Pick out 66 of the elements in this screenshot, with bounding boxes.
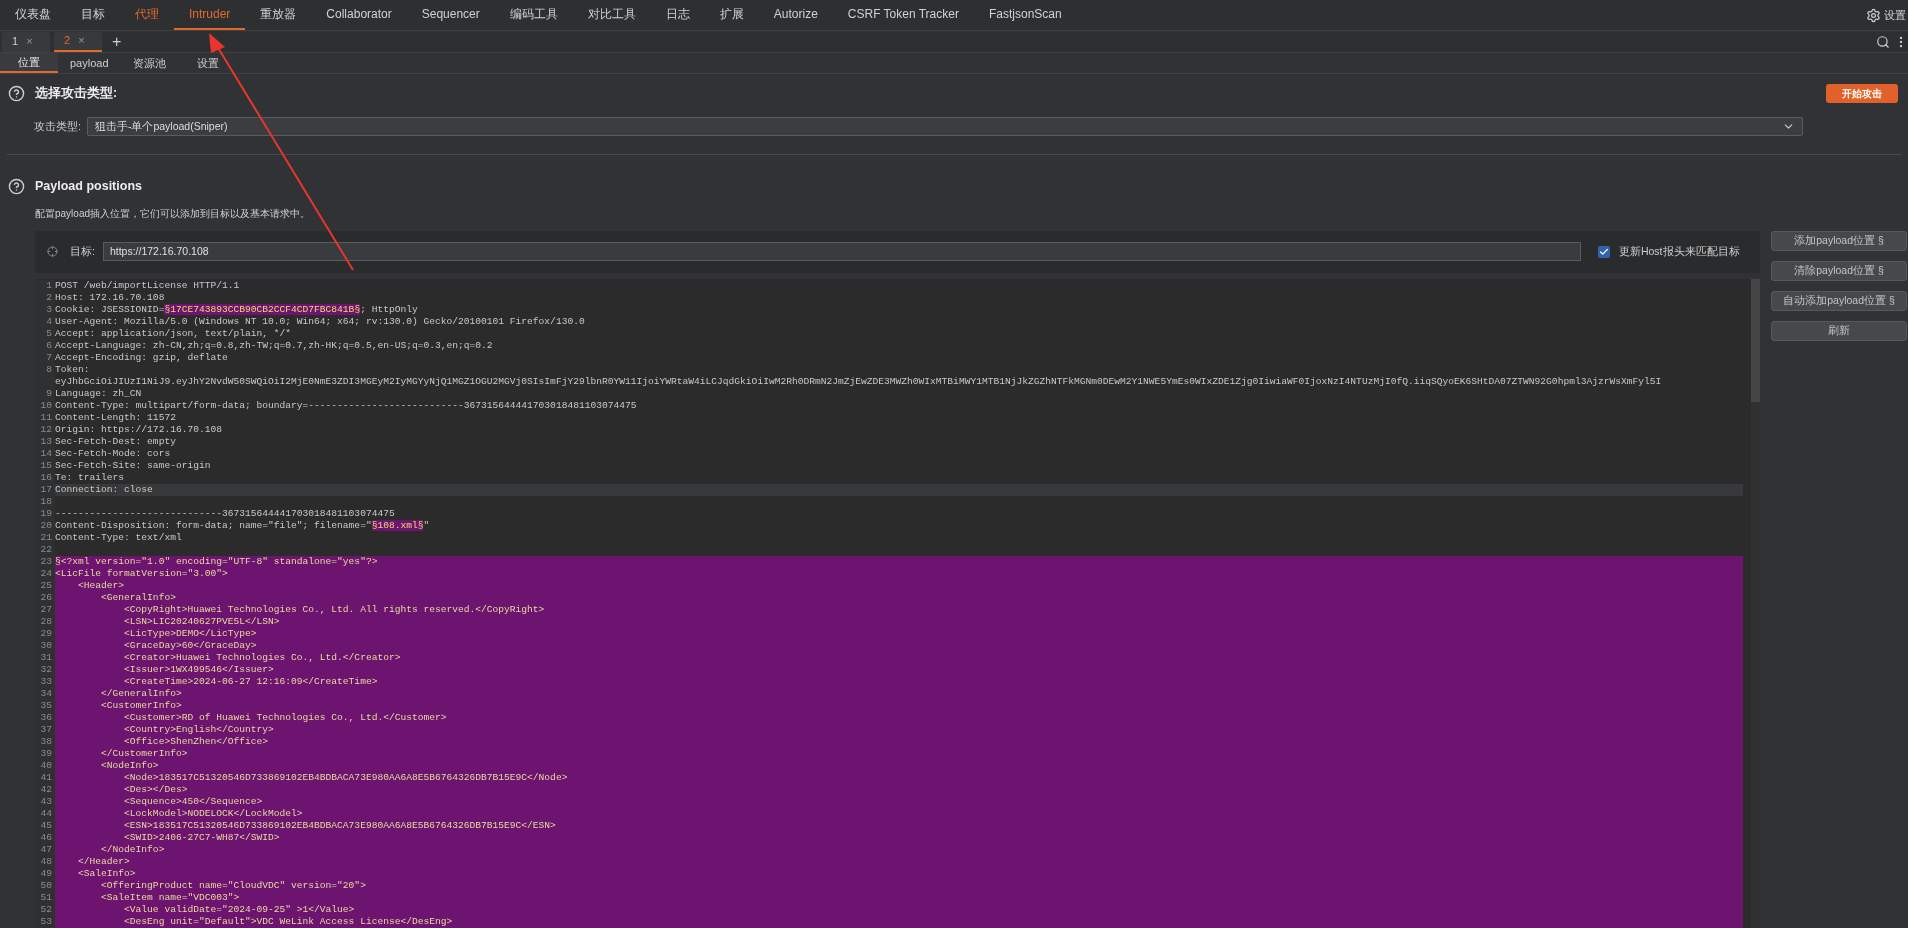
settings-label[interactable]: 设置 (1884, 6, 1906, 24)
crosshair-icon (47, 246, 58, 258)
code-line: Sec-Fetch-Dest: empty (55, 435, 177, 448)
scrollbar[interactable] (1751, 278, 1760, 928)
menu-tab[interactable]: 日志 (650, 0, 705, 30)
code-line: eyJhbGciOiJIUzI1NiJ9.eyJhY2NvdW50SWQiOiI2MjE0NmE3ZDI3MGEyM2IyMGYyNjQ1MGZ1OGU2MGVj0SIsImFjY29lbnR0YW11IjoiYWRtaW4iLCJqdGkiOiIwM2Rh0DRmN2JmZjEwZDE3MWZh0WIxMTBiMWY1MTB1NjJkZGZhNTFkMGNm0DEwM2Y1NWE5YmEs0WIxZDE1Zjg0IiwiaWF0IjoxNzI4NTUzMjI0fQ.iiqSQyoEK6SHtDA07ZTWN92G0hpml3AjzrWsXmFyl5I (55, 375, 1662, 388)
payload-marker: §17CE743893CCB90CB2CCF4CD7FBC841B§ (164, 303, 361, 315)
code-line: User-Agent: Mozilla/5.0 (Windows NT 10.0; Win64; x64; rv:130.0) Gecko/20100101 Firefox/130.0 (55, 315, 586, 328)
code-line: Language: zh_CN (55, 387, 143, 400)
side-button[interactable]: 自动添加payload位置 § (1771, 290, 1907, 311)
search-icon[interactable] (1876, 34, 1890, 49)
menu-tab[interactable]: 目标 (66, 0, 120, 30)
section-title: 选择攻击类型: (35, 85, 118, 103)
sub-tab[interactable]: payload (58, 53, 121, 73)
code-line: -----------------------------367315644441703018481103074475 (55, 507, 396, 520)
menu-tab[interactable]: CSRF Token Tracker (832, 0, 974, 30)
settings-icon[interactable] (1866, 7, 1881, 23)
request-tab[interactable]: 2 × (54, 31, 102, 52)
menu-tab[interactable]: 代理 (120, 0, 174, 30)
menu-tab[interactable]: 仪表盘 (0, 0, 66, 30)
code-line: Te: trailers (55, 471, 126, 484)
start-attack-button[interactable]: 开始攻击 (1826, 84, 1898, 103)
menu-tab[interactable]: 编码工具 (494, 0, 573, 30)
attack-type-select[interactable]: 狙击手-单个payload(Sniper) (86, 117, 1803, 136)
sub-tab[interactable]: 资源池 (120, 53, 179, 73)
section-description: 配置payload插入位置，它们可以添加到目标以及基本请求中。 (35, 206, 312, 221)
section-title: Payload positions (35, 178, 142, 195)
help-icon[interactable] (8, 85, 25, 102)
menu-tab[interactable]: 重放器 (245, 0, 312, 30)
code-line: Content-Type: text/xml (55, 531, 183, 544)
menu-tab[interactable]: Autorize (758, 0, 833, 30)
field-label: 目标: (70, 243, 95, 259)
help-icon[interactable] (8, 177, 25, 195)
code-line: Accept-Encoding: gzip, deflate (55, 351, 229, 364)
side-button[interactable]: 添加payload位置 § (1771, 230, 1907, 251)
code-text: Cookie: JSESSIONID= (55, 303, 165, 315)
code-line: Accept-Language: zh-CN,zh;q=0.8,zh-TW;q=0.7,zh-HK;q=0.5,en-US;q=0.3,en;q=0.2 (55, 339, 494, 352)
code-line: POST /web/importLicense HTTP/1.1 (55, 279, 241, 292)
menu-tab[interactable]: Collaborator (311, 0, 407, 30)
menu-tab[interactable]: 对比工具 (572, 0, 651, 30)
code-line: Sec-Fetch-Mode: cors (55, 447, 172, 460)
sub-tab[interactable]: 位置 (0, 53, 58, 73)
add-tab-button[interactable]: + (112, 29, 122, 54)
code-line: Accept: application/json, text/plain, */* (55, 327, 293, 340)
code-text: Content-Disposition: form-data; name="file"; filename=" (55, 519, 372, 531)
side-button[interactable]: 刷新 (1771, 320, 1907, 341)
code-line: Sec-Fetch-Site: same-origin (55, 459, 212, 472)
target-field[interactable]: https://172.16.70.108 (102, 242, 1581, 262)
checkbox[interactable] (1597, 245, 1610, 258)
line-number: 1 (35, 279, 55, 292)
code-text: " (423, 519, 430, 531)
code-line: Token: (55, 363, 91, 376)
code-line: Host: 172.16.70.108 (55, 291, 166, 304)
code-line: Content-Type: multipart/form-data; boundary=---------------------------367315644441703018481103074475 (55, 399, 638, 412)
menu-tab[interactable]: Sequencer (406, 0, 495, 30)
menu-tab[interactable]: FastjsonScan (973, 0, 1077, 30)
checkbox-label[interactable]: 更新Host报头来匹配目标 (1618, 243, 1740, 260)
sub-tab[interactable]: 设置 (178, 53, 237, 73)
code-text: ; HttpOnly (360, 303, 418, 315)
payload-marker: §108.xml§ (371, 519, 424, 531)
request-tab[interactable]: 1 × (2, 31, 50, 52)
menu-tab[interactable]: 扩展 (704, 0, 759, 30)
code-line: Content-Length: 11572 (55, 411, 177, 424)
side-button[interactable]: 清除payload位置 § (1771, 260, 1907, 281)
code-line: Origin: https://172.16.70.108 (55, 423, 223, 436)
field-label: 攻击类型: (34, 118, 81, 134)
